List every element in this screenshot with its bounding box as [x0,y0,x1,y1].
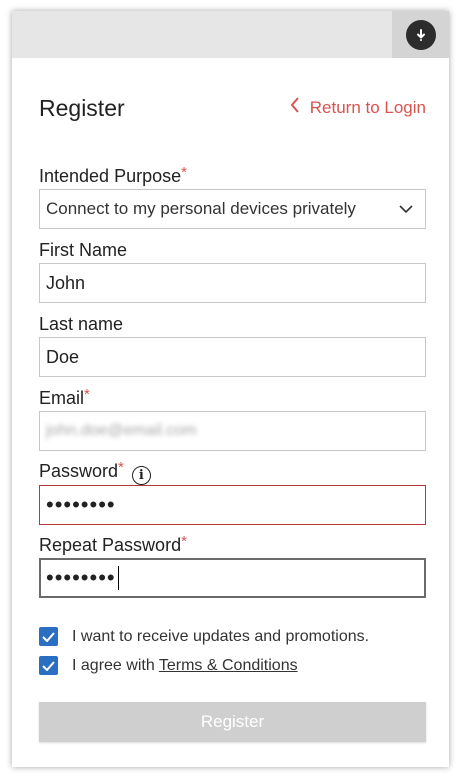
return-link-label: Return to Login [309,97,426,117]
required-marker: * [181,533,187,550]
checkmark-icon [42,631,55,642]
terms-link[interactable]: Terms & Conditions [159,657,298,674]
last-name-value: Doe [46,346,80,367]
required-marker: * [118,459,124,476]
repeat-password-label: Repeat Password* [39,533,187,555]
terms-checkbox-row[interactable]: I agree with Terms & Conditions [39,656,298,675]
repeat-password-value: •••••••• [46,565,116,590]
text-caret [117,566,120,590]
password-input[interactable]: •••••••• [39,485,426,525]
last-name-input[interactable]: Doe [39,337,426,377]
info-icon[interactable]: i [131,466,151,485]
title-bar [12,11,449,58]
required-marker: * [181,164,187,181]
email-value: john.doe@email.com [46,422,197,439]
terms-checkbox-label: I agree with Terms & Conditions [72,656,298,674]
repeat-password-input[interactable]: •••••••• [39,558,426,598]
last-name-label: Last name [39,314,124,334]
required-marker: * [84,386,90,403]
download-icon [405,19,436,50]
password-value: •••••••• [46,492,116,517]
updates-checkbox-label: I want to receive updates and promotions… [72,627,370,645]
password-label: Password* i [39,459,151,485]
purpose-select[interactable]: Connect to my personal devices privately [39,189,426,229]
first-name-label: First Name [39,240,128,260]
terms-checkbox[interactable] [39,656,58,675]
download-button[interactable] [392,11,449,58]
register-button[interactable]: Register [39,702,426,742]
updates-checkbox[interactable] [39,627,58,646]
checkmark-icon [42,660,55,671]
email-input[interactable]: john.doe@email.com [39,411,426,451]
purpose-label: Intended Purpose* [39,164,187,186]
purpose-select-value: Connect to my personal devices privately [46,199,356,218]
first-name-input[interactable]: John [39,263,426,303]
updates-checkbox-row[interactable]: I want to receive updates and promotions… [39,627,369,646]
chevron-left-icon [290,96,300,119]
page-title: Register [39,95,125,121]
chevron-down-icon [399,199,413,219]
first-name-value: John [46,272,86,293]
email-label: Email* [39,386,90,408]
return-to-login-link[interactable]: Return to Login [290,96,426,119]
register-window: Register Return to Login Intended Purpos… [12,11,449,767]
